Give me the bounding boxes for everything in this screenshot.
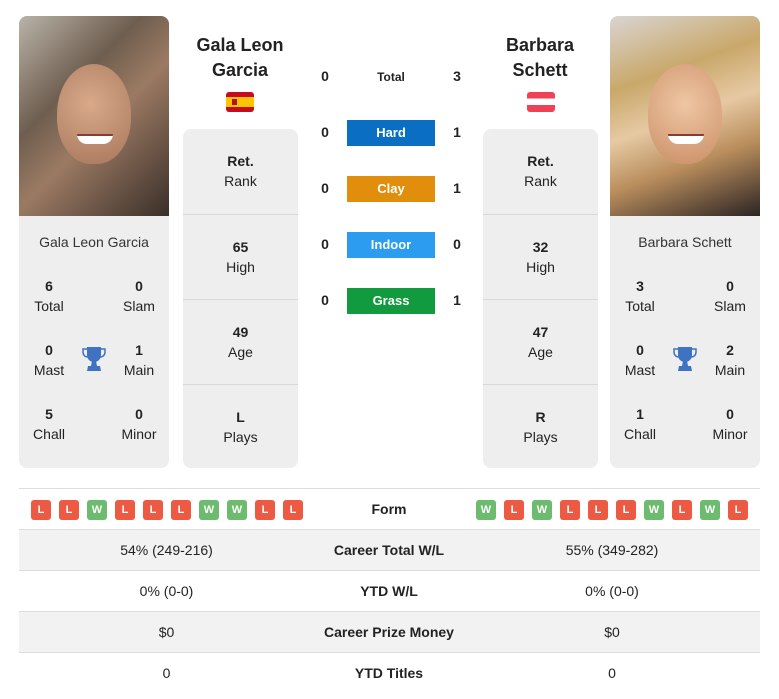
player2-titles-main: 2 Main xyxy=(714,342,746,378)
form-win-badge[interactable]: W xyxy=(644,500,664,520)
player2-titles-minor: 0 Minor xyxy=(712,406,748,442)
form-loss-badge[interactable]: L xyxy=(255,500,275,520)
player1-plays: L Plays xyxy=(183,384,298,469)
player2-titles-slam: 0 Slam xyxy=(714,278,746,314)
player1-age: 49 Age xyxy=(183,299,298,384)
player1-photo xyxy=(19,16,169,216)
form-win-badge[interactable]: W xyxy=(199,500,219,520)
player1-titles-total: 6 Total xyxy=(34,278,64,314)
h2h-total-row: 0 Total 3 xyxy=(310,64,470,90)
comparison-table: LLWLLLWWLL Form WLWLLLWLWL 54% (249-216)… xyxy=(19,488,760,693)
prize-money-row: $0 Career Prize Money $0 xyxy=(19,611,760,652)
form-loss-badge[interactable]: L xyxy=(31,500,51,520)
career-wl-row: 54% (249-216) Career Total W/L 55% (349-… xyxy=(19,529,760,570)
player1-card-name[interactable]: Gala Leon Garcia xyxy=(19,234,169,250)
player2-name-heading[interactable]: Barbara Schett xyxy=(482,33,598,83)
player1-name-heading[interactable]: Gala Leon Garcia xyxy=(182,33,298,83)
form-win-badge[interactable]: W xyxy=(476,500,496,520)
player2-titles-mast: 0 Mast xyxy=(624,342,656,378)
player2-info-panel: Ret. Rank 32 High 47 Age R Plays xyxy=(483,129,598,468)
player2-rank: Ret. Rank xyxy=(524,153,557,189)
player2-titles-chall: 1 Chall xyxy=(624,406,656,442)
player1-titles-card: Gala Leon Garcia 6 Total 0 Slam 0 Mast 1 Mai… xyxy=(19,216,169,468)
player1-career-wl: 54% (249-216) xyxy=(120,542,213,558)
ytd-wl-label: YTD W/L xyxy=(360,583,418,599)
player2-age: 47 Age xyxy=(483,299,598,384)
form-win-badge[interactable]: W xyxy=(532,500,552,520)
player1-smile xyxy=(77,134,113,144)
player1-ytd-wl: 0% (0-0) xyxy=(139,583,194,599)
player2-ytd-wl: 0% (0-0) xyxy=(585,583,639,599)
form-loss-badge[interactable]: L xyxy=(560,500,580,520)
player1-titles-minor: 0 Minor xyxy=(121,406,157,442)
player2-prize-money: $0 xyxy=(604,624,620,640)
player2-titles-card: Barbara Schett 3 Total 0 Slam 0 Mast 2 Main … xyxy=(610,216,760,468)
form-loss-badge[interactable]: L xyxy=(143,500,163,520)
player2-high: 32 High xyxy=(483,214,598,299)
surface-indoor-badge[interactable]: Indoor xyxy=(347,232,435,258)
trophy-icon xyxy=(82,347,106,371)
player1-titles-chall: 5 Chall xyxy=(33,406,65,442)
career-wl-label: Career Total W/L xyxy=(333,542,445,558)
trophy-icon xyxy=(673,347,697,371)
h2h-clay-row: 0 Clay 1 xyxy=(310,176,470,202)
surface-clay-badge[interactable]: Clay xyxy=(347,176,435,202)
h2h-total-label: Total xyxy=(377,70,405,84)
prize-money-label: Career Prize Money xyxy=(324,624,454,640)
player1-rank: Ret. Rank xyxy=(224,153,257,189)
player1-face xyxy=(57,64,131,164)
player1-titles-mast: 0 Mast xyxy=(33,342,65,378)
form-loss-badge[interactable]: L xyxy=(115,500,135,520)
form-loss-badge[interactable]: L xyxy=(59,500,79,520)
ytd-titles-row: 0 YTD Titles 0 xyxy=(19,652,760,693)
player1-titles-slam: 0 Slam xyxy=(123,278,155,314)
form-row: LLWLLLWWLL Form WLWLLLWLWL xyxy=(19,488,760,529)
player1-titles-main: 1 Main xyxy=(123,342,155,378)
austria-flag-icon xyxy=(527,92,555,112)
form-label: Form xyxy=(371,501,407,517)
player2-career-wl: 55% (349-282) xyxy=(565,542,659,558)
h2h-indoor-row: 0 Indoor 0 xyxy=(310,232,470,258)
h2h-hard-row: 0 Hard 1 xyxy=(310,120,470,146)
ytd-titles-label: YTD Titles xyxy=(354,665,424,681)
form-win-badge[interactable]: W xyxy=(87,500,107,520)
form-win-badge[interactable]: W xyxy=(700,500,720,520)
player2-photo xyxy=(610,16,760,216)
spain-flag-icon xyxy=(226,92,254,112)
player2-card-name[interactable]: Barbara Schett xyxy=(610,234,760,250)
player1-info-panel: Ret. Rank 65 High 49 Age L Plays xyxy=(183,129,298,468)
form-loss-badge[interactable]: L xyxy=(616,500,636,520)
ytd-wl-row: 0% (0-0) YTD W/L 0% (0-0) xyxy=(19,570,760,611)
form-loss-badge[interactable]: L xyxy=(672,500,692,520)
player1-prize-money: $0 xyxy=(158,624,175,640)
form-loss-badge[interactable]: L xyxy=(588,500,608,520)
player2-form: WLWLLLWLWL xyxy=(476,500,748,520)
surface-hard-badge[interactable]: Hard xyxy=(347,120,435,146)
player1-ytd-titles: 0 xyxy=(162,665,171,681)
player1-form: LLWLLLWWLL xyxy=(31,500,303,520)
player2-titles-total: 3 Total xyxy=(625,278,655,314)
surface-grass-badge[interactable]: Grass xyxy=(347,288,435,314)
form-loss-badge[interactable]: L xyxy=(171,500,191,520)
player2-smile xyxy=(668,134,704,144)
form-loss-badge[interactable]: L xyxy=(283,500,303,520)
form-loss-badge[interactable]: L xyxy=(728,500,748,520)
h2h-grass-row: 0 Grass 1 xyxy=(310,288,470,314)
player1-high: 65 High xyxy=(183,214,298,299)
player2-ytd-titles: 0 xyxy=(608,665,616,681)
form-loss-badge[interactable]: L xyxy=(504,500,524,520)
player2-plays: R Plays xyxy=(483,384,598,469)
player2-face xyxy=(648,64,722,164)
form-win-badge[interactable]: W xyxy=(227,500,247,520)
